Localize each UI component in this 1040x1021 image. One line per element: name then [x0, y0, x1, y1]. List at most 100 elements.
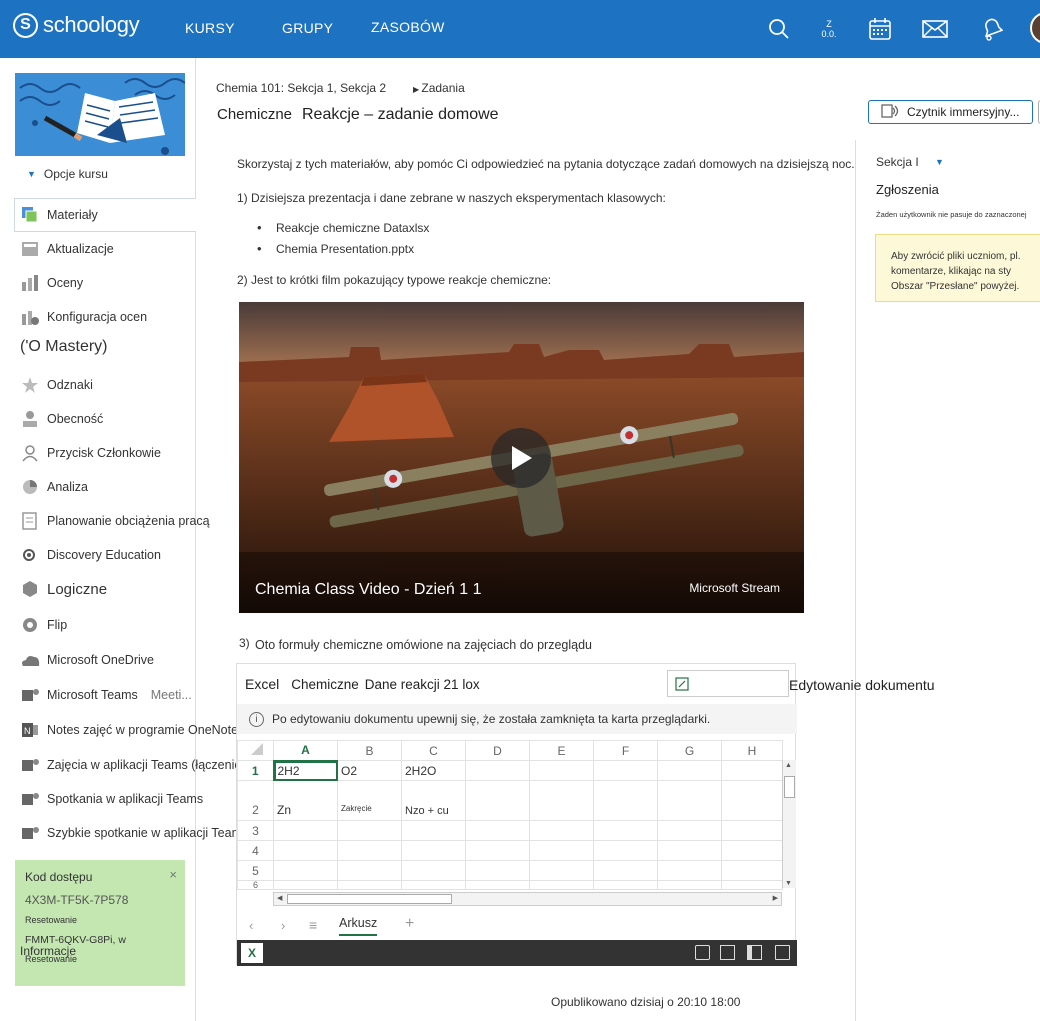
cell[interactable]	[593, 780, 658, 821]
cell[interactable]	[337, 840, 402, 861]
chevron-down-icon[interactable]: ▼	[935, 157, 944, 167]
row-header[interactable]: 3	[237, 820, 274, 841]
cell[interactable]	[273, 880, 338, 890]
scroll-down-icon[interactable]: ▼	[785, 880, 792, 887]
nav-resources[interactable]: ZASOBÓW	[371, 19, 445, 35]
sidebar-item-teams-meetings[interactable]: Spotkania w aplikacji Teams	[20, 790, 203, 808]
sidebar-item-updates[interactable]: Aktualizacje	[20, 240, 114, 258]
scrollbar-thumb[interactable]	[784, 776, 795, 798]
schoology-logo[interactable]: S schoology	[13, 12, 140, 38]
sidebar-item-onenote[interactable]: N Notes zajęć w programie OneNote	[20, 721, 238, 739]
cell[interactable]	[465, 880, 530, 890]
sidebar-item-attendance[interactable]: Obecność	[20, 410, 103, 428]
cell-a1[interactable]: 2H2	[273, 760, 338, 781]
cell[interactable]: O2	[337, 760, 402, 781]
cell[interactable]: Nzo + cu	[401, 780, 466, 821]
breadcrumb[interactable]: Chemia 101: Sekcja 1, Sekcja 2	[216, 81, 386, 95]
cell[interactable]	[337, 860, 402, 881]
column-header[interactable]: C	[401, 740, 466, 761]
sidebar-item-members[interactable]: Przycisk Członkowie	[20, 444, 161, 462]
reset-link[interactable]: Resetowanie	[25, 915, 175, 925]
info-link[interactable]: Informacje	[20, 944, 76, 958]
sidebar-item-logic[interactable]: Logiczne	[20, 580, 107, 598]
section-selector[interactable]: Sekcja I	[876, 155, 919, 169]
sidebar-item-teams-quick-meeting[interactable]: Szybkie spotkanie w aplikacji Teams	[20, 824, 248, 842]
play-button[interactable]	[491, 428, 551, 488]
cell[interactable]	[657, 760, 722, 781]
mail-icon[interactable]	[920, 14, 950, 44]
cell[interactable]	[593, 860, 658, 881]
cell[interactable]	[465, 780, 530, 821]
file-link-xlsx[interactable]: Reakcje chemiczne Dataxlsx	[257, 220, 429, 235]
cell[interactable]	[529, 860, 594, 881]
column-header[interactable]: H	[721, 740, 783, 761]
add-sheet-icon[interactable]: +	[405, 915, 414, 933]
fullscreen-icon[interactable]	[775, 945, 790, 960]
sheet-list-icon[interactable]: ≡	[309, 917, 317, 933]
edit-document-label[interactable]: Edytowanie dokumentu	[789, 677, 935, 693]
file-link-pptx[interactable]: Chemia Presentation.pptx	[257, 241, 414, 256]
sheet-tab-arkusz[interactable]: Arkusz	[339, 916, 378, 936]
cell[interactable]	[721, 820, 783, 841]
sidebar-item-flip[interactable]: Flip	[20, 616, 67, 634]
cell[interactable]	[465, 820, 530, 841]
cell[interactable]	[401, 860, 466, 881]
cell[interactable]	[657, 880, 722, 890]
user-avatar[interactable]	[1030, 12, 1040, 44]
cell[interactable]	[593, 760, 658, 781]
cell[interactable]: Zn	[273, 780, 338, 821]
cell[interactable]: 2H2O	[401, 760, 466, 781]
column-header[interactable]: G	[657, 740, 722, 761]
cell[interactable]	[529, 780, 594, 821]
cell[interactable]	[465, 860, 530, 881]
course-options-toggle[interactable]: ▼ Opcje kursu	[27, 167, 108, 181]
sidebar-item-teams-classes[interactable]: Zajęcia w aplikacji Teams (łączenie)	[20, 756, 245, 774]
cell[interactable]	[593, 820, 658, 841]
cell[interactable]	[721, 760, 783, 781]
bell-icon[interactable]	[976, 14, 1006, 44]
search-icon[interactable]	[764, 14, 794, 44]
cell[interactable]	[721, 860, 783, 881]
cell[interactable]	[529, 820, 594, 841]
nav-courses[interactable]: KURSY	[185, 20, 235, 36]
sidebar-item-materials[interactable]: Materiały	[20, 206, 98, 224]
download-icon[interactable]	[695, 945, 710, 960]
sidebar-item-teams[interactable]: Microsoft Teams Meeti...	[20, 686, 192, 704]
edit-document-button[interactable]	[667, 670, 789, 697]
cell[interactable]	[337, 820, 402, 841]
breadcrumb-current[interactable]: ▶ Zadania	[413, 81, 465, 95]
calendar-icon[interactable]	[865, 14, 895, 44]
column-header[interactable]: A	[273, 740, 338, 762]
scroll-right-icon[interactable]: ▶	[773, 894, 778, 902]
sidebar-item-analytics[interactable]: Analiza	[20, 478, 88, 496]
sidebar-item-discovery[interactable]: Discovery Education	[20, 546, 161, 564]
scroll-left-icon[interactable]: ◀	[277, 894, 282, 902]
immersive-reader-button[interactable]: Czytnik immersyjny...	[868, 100, 1033, 124]
cell[interactable]	[593, 880, 658, 890]
row-header[interactable]: 5	[237, 860, 274, 881]
cell[interactable]	[273, 860, 338, 881]
cell[interactable]	[529, 880, 594, 890]
cell[interactable]	[721, 780, 783, 821]
row-header[interactable]: 2	[237, 780, 274, 821]
reading-view-icon[interactable]	[747, 945, 762, 960]
sidebar-item-grades[interactable]: Oceny	[20, 274, 83, 292]
cell[interactable]	[401, 820, 466, 841]
sidebar-item-mastery[interactable]: ('O Mastery)	[20, 338, 108, 356]
row-header[interactable]: 1	[237, 760, 275, 781]
column-header[interactable]: B	[337, 740, 402, 761]
cell[interactable]	[657, 780, 722, 821]
column-header[interactable]: F	[593, 740, 658, 761]
prev-sheet-icon[interactable]: ‹	[249, 918, 253, 933]
cell[interactable]	[721, 880, 783, 890]
sidebar-item-onedrive[interactable]: Microsoft OneDrive	[20, 651, 154, 669]
video-player[interactable]: Chemia Class Video - Dzień 1 1 Microsoft…	[239, 302, 804, 613]
notes-icon[interactable]: Z 0.0.	[814, 14, 844, 44]
close-icon[interactable]: ×	[169, 867, 177, 882]
cell[interactable]	[593, 840, 658, 861]
cell[interactable]	[273, 840, 338, 861]
horizontal-scrollbar[interactable]: ◀ ▶	[273, 892, 782, 906]
next-sheet-icon[interactable]: ›	[281, 918, 285, 933]
select-all-corner[interactable]	[237, 740, 274, 761]
cell[interactable]	[465, 760, 530, 781]
